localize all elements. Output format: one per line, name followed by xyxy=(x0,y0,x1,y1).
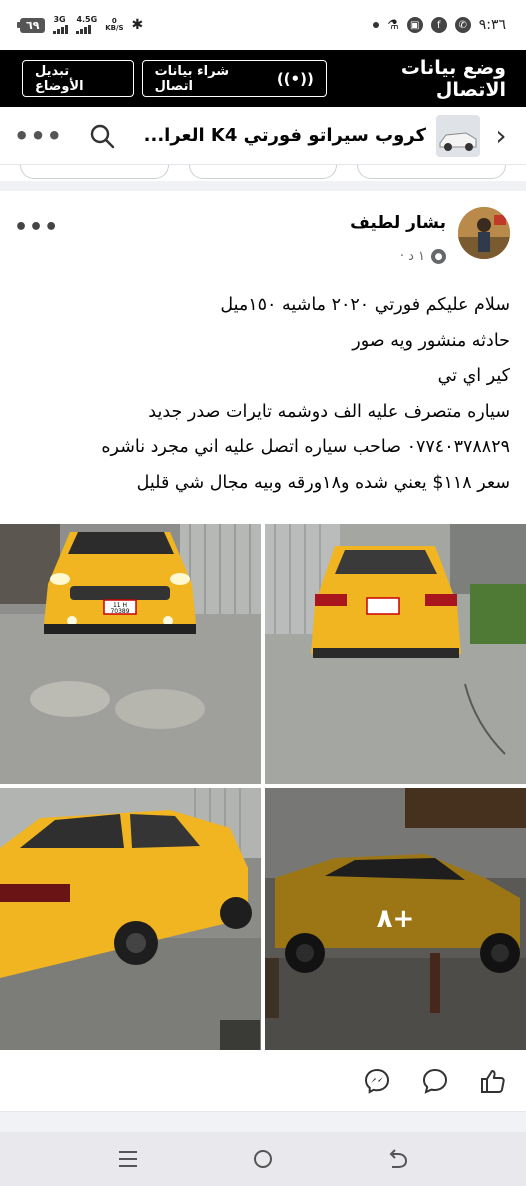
switch-mode-button[interactable]: تبديل الأوضاع xyxy=(22,60,134,97)
back-button[interactable] xyxy=(378,1139,418,1179)
notification-dot-icon xyxy=(373,22,380,28)
signal-bars-icon xyxy=(76,24,92,34)
post-line: سعر ١١٨$ يعني شده و١٨ورقه وبيه مجال شي ق… xyxy=(136,472,510,493)
post-header: ••• ‹ كروب سيراتو فورتي K4 العرا... xyxy=(0,107,526,165)
post: ••• بشار لطيف ● ١ د · سلام عليكم فورتي ٢… xyxy=(0,191,526,501)
data-mode-bar: تبديل الأوضاع شراء بيانات اتصال ((•)) وض… xyxy=(0,50,526,107)
post-line: ٠٧٧٤٠٣٧٨٨٢٩ صاحب سياره اتصل عليه اني مجر… xyxy=(101,437,510,457)
home-button[interactable] xyxy=(243,1139,283,1179)
post-line: سلام عليكم فورتي ٢٠٢٠ ماشيه ١٥٠ميل xyxy=(220,295,510,315)
chip[interactable] xyxy=(20,165,169,179)
signal-45g: 4.5G xyxy=(76,16,97,34)
photo-grid: 11 H 70389 ٨+ xyxy=(0,524,526,1050)
recent-apps-button[interactable] xyxy=(108,1139,148,1179)
data-mode-buttons: تبديل الأوضاع شراء بيانات اتصال ((•)) xyxy=(22,60,327,97)
like-button[interactable] xyxy=(478,1066,508,1096)
like-icon xyxy=(481,1069,505,1093)
signal-bars-icon xyxy=(53,24,69,34)
status-right: ⚗ ▣ f ✆ ٩:٣٦ xyxy=(373,17,506,33)
net-speed: 0 KB/S xyxy=(105,17,124,32)
car-photo-side[interactable]: ٨+ xyxy=(265,788,526,1050)
broadcast-icon: ((•)) xyxy=(276,69,314,88)
status-left: ٦٩ 3G 4.5G 0 KB/S ✱ xyxy=(16,16,144,34)
post-line: كير اي تي xyxy=(437,366,510,386)
messenger-icon xyxy=(364,1068,390,1094)
recent-apps-icon xyxy=(118,1151,137,1167)
post-line: حادثه منشور ويه صور xyxy=(352,330,510,351)
back-icon xyxy=(389,1149,408,1168)
search-icon[interactable] xyxy=(89,123,115,149)
author-row: ••• بشار لطيف ● ١ د · xyxy=(0,191,526,276)
messenger-button[interactable] xyxy=(362,1066,392,1096)
post-more-dots-icon[interactable]: ••• xyxy=(14,215,59,240)
gallery-icon: ▣ xyxy=(406,17,423,33)
comment-button[interactable] xyxy=(420,1066,450,1096)
chip[interactable] xyxy=(188,165,338,179)
lab-icon: ⚗ xyxy=(387,17,399,33)
avatar[interactable] xyxy=(458,207,510,259)
clock: ٩:٣٦ xyxy=(478,17,506,33)
author-info: بشار لطيف ● ١ د · xyxy=(350,207,510,264)
plate-number: 70389 xyxy=(110,608,129,615)
author-text: بشار لطيف ● ١ د · xyxy=(350,207,446,264)
comment-icon xyxy=(422,1068,448,1094)
friends-privacy-icon: ● xyxy=(431,249,446,264)
facebook-icon: f xyxy=(430,17,447,33)
group-header[interactable]: ‹ كروب سيراتو فورتي K4 العرا... xyxy=(144,114,512,157)
signal-3g: 3G xyxy=(53,16,69,34)
car-photo-rear[interactable] xyxy=(265,524,526,784)
post-meta: ● ١ د · xyxy=(350,249,446,264)
status-bar: ٦٩ 3G 4.5G 0 KB/S ✱ ⚗ ▣ f ✆ ٩:٣٦ xyxy=(0,0,526,50)
data-mode-title: وضع بيانات الاتصال xyxy=(400,56,506,101)
more-photos-overlay[interactable]: ٨+ xyxy=(265,788,526,1050)
car-photo-side-rear[interactable] xyxy=(0,788,261,1050)
post-time: ١ د · xyxy=(399,249,425,264)
group-title[interactable]: كروب سيراتو فورتي K4 العرا... xyxy=(144,125,426,146)
header-actions: ••• xyxy=(14,122,115,150)
author-name[interactable]: بشار لطيف xyxy=(350,213,446,233)
bluetooth-icon: ✱ xyxy=(131,17,144,33)
chevron-left-icon[interactable]: ‹ xyxy=(490,119,512,152)
separator xyxy=(0,181,526,191)
whatsapp-icon: ✆ xyxy=(454,17,471,33)
separator xyxy=(0,1112,526,1132)
more-photos-count: ٨+ xyxy=(376,904,415,934)
group-thumbnail xyxy=(436,114,480,157)
chip[interactable] xyxy=(357,165,507,179)
post-line: سياره متصرف عليه الف دوشمه تايرات صدر جد… xyxy=(148,401,510,422)
battery-indicator: ٦٩ xyxy=(16,17,46,33)
buy-data-button[interactable]: شراء بيانات اتصال ((•)) xyxy=(141,60,327,97)
system-nav-bar xyxy=(0,1132,526,1186)
home-icon xyxy=(253,1150,272,1168)
more-dots-icon[interactable]: ••• xyxy=(14,122,63,150)
post-actions xyxy=(0,1050,526,1112)
post-text: سلام عليكم فورتي ٢٠٢٠ ماشيه ١٥٠ميل حادثه… xyxy=(0,276,526,501)
car-photo-front[interactable]: 11 H 70389 xyxy=(0,524,261,784)
